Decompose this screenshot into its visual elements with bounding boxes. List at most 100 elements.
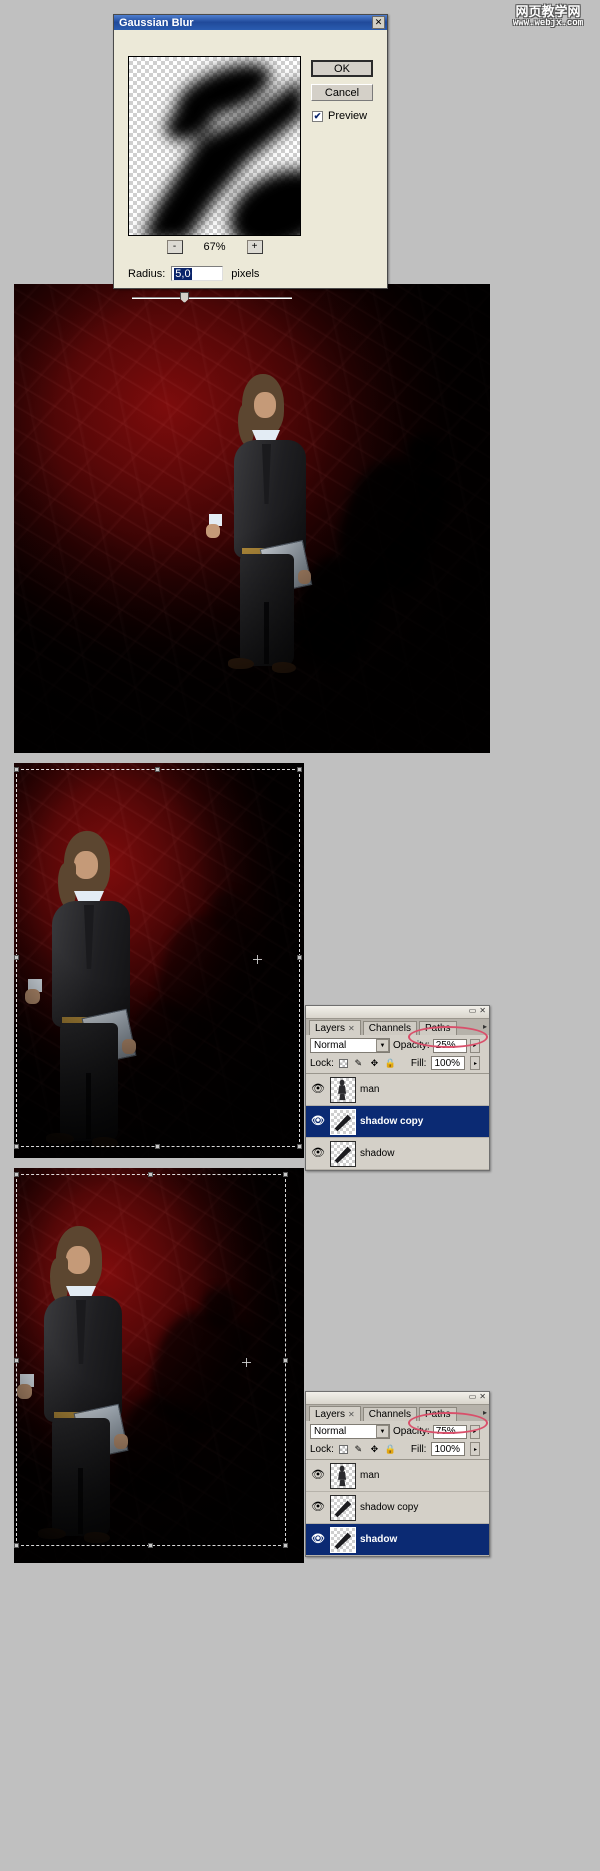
chevron-down-icon[interactable]: ▼ xyxy=(376,1039,389,1052)
layers-palette-1[interactable]: ▭ ✕ Layers ✕ Channels Paths ▸ Normal ▼ O… xyxy=(305,1005,490,1171)
fill-stepper-icon[interactable]: ▸ xyxy=(470,1442,481,1456)
transform-handle-tr[interactable] xyxy=(297,767,302,772)
layer-thumbnail[interactable] xyxy=(330,1462,356,1489)
transform-handle-bc[interactable] xyxy=(148,1543,153,1548)
layer-list-1[interactable]: 👁 man 👁 shadow copy 👁 shadow xyxy=(306,1073,489,1170)
zoom-in-button[interactable]: + xyxy=(246,240,263,254)
radius-slider-thumb[interactable] xyxy=(180,292,189,303)
layer-thumbnail[interactable] xyxy=(330,1526,356,1553)
fill-stepper-icon[interactable]: ▸ xyxy=(470,1056,481,1070)
palette-tabs-1[interactable]: Layers ✕ Channels Paths ▸ xyxy=(306,1019,489,1035)
transform-handle-tc[interactable] xyxy=(155,767,160,772)
palette-menu-icon[interactable]: ▸ xyxy=(483,1409,487,1417)
transform-handle-tc[interactable] xyxy=(148,1172,153,1177)
blend-mode-select[interactable]: Normal ▼ xyxy=(310,1038,390,1053)
layer-row-man[interactable]: 👁 man xyxy=(306,1460,489,1492)
tab-channels[interactable]: Channels xyxy=(362,1407,417,1421)
palette-window-controls-2[interactable]: ▭ ✕ xyxy=(469,1393,486,1401)
layer-row-shadow[interactable]: 👁 shadow xyxy=(306,1524,489,1556)
close-icon[interactable]: ✕ xyxy=(479,1007,486,1015)
lock-all-icon[interactable]: 🔒 xyxy=(385,1444,396,1455)
transform-handle-tl[interactable] xyxy=(14,1172,19,1177)
tab-paths[interactable]: Paths xyxy=(418,1407,457,1421)
close-icon[interactable]: ✕ xyxy=(348,1024,355,1033)
radius-slider[interactable] xyxy=(132,292,292,304)
eye-icon[interactable]: 👁 xyxy=(310,1532,326,1548)
zoom-out-button[interactable]: - xyxy=(166,240,183,254)
eye-icon[interactable]: 👁 xyxy=(310,1146,326,1162)
layer-row-shadow-copy[interactable]: 👁 shadow copy xyxy=(306,1492,489,1524)
preview-zoom-controls[interactable]: - 67% + xyxy=(128,240,301,254)
opacity-stepper-icon[interactable]: ▸ xyxy=(469,1038,480,1053)
layer-list-2[interactable]: 👁 man 👁 shadow copy 👁 shadow xyxy=(306,1459,489,1556)
tab-channels[interactable]: Channels xyxy=(362,1021,417,1035)
lock-brush-icon[interactable]: ✎ xyxy=(353,1444,364,1455)
tab-layers[interactable]: Layers ✕ xyxy=(309,1406,361,1421)
preview-checkbox-row[interactable]: ✔ Preview xyxy=(312,110,367,122)
opacity-input[interactable]: 25% xyxy=(432,1038,467,1053)
lock-transparency-icon[interactable] xyxy=(338,1444,348,1454)
transform-handle-bl[interactable] xyxy=(14,1144,19,1149)
layer-thumbnail[interactable] xyxy=(330,1108,356,1135)
transform-handle-tl[interactable] xyxy=(14,767,19,772)
palette-titlebar-1[interactable]: ▭ ✕ xyxy=(306,1006,489,1019)
transform-handle-ml[interactable] xyxy=(14,1358,19,1363)
transform-handle-ml[interactable] xyxy=(14,955,19,960)
transform-handle-bl[interactable] xyxy=(14,1543,19,1548)
gaussian-blur-dialog[interactable]: Gaussian Blur ✕ - 67% + Radius: 5,0 pixe… xyxy=(113,14,388,303)
blend-mode-select[interactable]: Normal ▼ xyxy=(310,1424,390,1439)
layer-row-man[interactable]: 👁 man xyxy=(306,1074,489,1106)
opacity-input[interactable]: 75% xyxy=(432,1424,467,1439)
transform-handle-tr[interactable] xyxy=(283,1172,288,1177)
palette-window-controls-1[interactable]: ▭ ✕ xyxy=(469,1007,486,1015)
lock-fill-row-2[interactable]: Lock: ✎ ✥ 🔒 Fill: 100% ▸ xyxy=(306,1441,489,1459)
fill-input[interactable]: 100% xyxy=(431,1056,466,1070)
eye-icon[interactable]: 👁 xyxy=(310,1500,326,1516)
minimize-icon[interactable]: ▭ xyxy=(469,1393,477,1401)
lock-move-icon[interactable]: ✥ xyxy=(369,1444,380,1455)
radius-input[interactable]: 5,0 xyxy=(171,266,224,281)
layer-row-shadow[interactable]: 👁 shadow xyxy=(306,1138,489,1170)
layer-thumbnail[interactable] xyxy=(330,1494,356,1521)
transform-handle-br[interactable] xyxy=(297,1144,302,1149)
layer-row-shadow-copy[interactable]: 👁 shadow copy xyxy=(306,1106,489,1138)
layer-thumbnail[interactable] xyxy=(330,1140,356,1167)
close-icon[interactable]: ✕ xyxy=(372,16,385,29)
blend-opacity-row-2[interactable]: Normal ▼ Opacity: 75% ▸ xyxy=(306,1421,489,1441)
transform-handle-bc[interactable] xyxy=(155,1144,160,1149)
close-icon[interactable]: ✕ xyxy=(348,1410,355,1419)
minimize-icon[interactable]: ▭ xyxy=(469,1007,477,1015)
tab-channels-label: Channels xyxy=(368,1409,411,1420)
opacity-stepper-icon[interactable]: ▸ xyxy=(469,1424,480,1439)
dialog-titlebar[interactable]: Gaussian Blur ✕ xyxy=(114,15,387,30)
eye-icon[interactable]: 👁 xyxy=(310,1114,326,1130)
chevron-down-icon[interactable]: ▼ xyxy=(376,1425,389,1438)
cancel-button[interactable]: Cancel xyxy=(311,84,373,101)
tab-layers-label: Layers xyxy=(315,1022,346,1034)
layers-palette-2[interactable]: ▭ ✕ Layers ✕ Channels Paths ▸ Normal ▼ O… xyxy=(305,1391,490,1557)
tab-paths[interactable]: Paths xyxy=(418,1021,457,1035)
eye-icon[interactable]: 👁 xyxy=(310,1468,326,1484)
blend-opacity-row-1[interactable]: Normal ▼ Opacity: 25% ▸ xyxy=(306,1035,489,1055)
layer-name: shadow copy xyxy=(360,1116,424,1127)
lock-move-icon[interactable]: ✥ xyxy=(369,1058,380,1069)
close-icon[interactable]: ✕ xyxy=(479,1393,486,1401)
eye-icon[interactable]: 👁 xyxy=(310,1082,326,1098)
preview-checkbox[interactable]: ✔ xyxy=(312,110,323,122)
layer-thumbnail[interactable] xyxy=(330,1076,356,1103)
palette-menu-icon[interactable]: ▸ xyxy=(483,1023,487,1031)
palette-tabs-2[interactable]: Layers ✕ Channels Paths ▸ xyxy=(306,1405,489,1421)
transform-handle-mr[interactable] xyxy=(283,1358,288,1363)
palette-titlebar-2[interactable]: ▭ ✕ xyxy=(306,1392,489,1405)
lock-all-icon[interactable]: 🔒 xyxy=(385,1058,396,1069)
lock-fill-row-1[interactable]: Lock: ✎ ✥ 🔒 Fill: 100% ▸ xyxy=(306,1055,489,1073)
transform-handle-mr[interactable] xyxy=(297,955,302,960)
lock-brush-icon[interactable]: ✎ xyxy=(353,1058,364,1069)
tab-layers[interactable]: Layers ✕ xyxy=(309,1020,361,1035)
radius-control-row[interactable]: Radius: 5,0 pixels xyxy=(128,266,259,281)
transform-handle-br[interactable] xyxy=(283,1543,288,1548)
ok-button[interactable]: OK xyxy=(311,60,373,77)
fill-input[interactable]: 100% xyxy=(431,1442,466,1456)
blur-preview-thumbnail[interactable] xyxy=(128,56,301,236)
lock-transparency-icon[interactable] xyxy=(338,1058,348,1068)
